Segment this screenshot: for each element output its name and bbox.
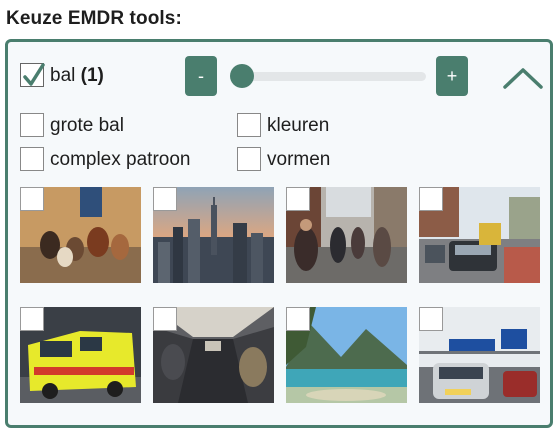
- image-tile-traffic-jam[interactable]: [419, 187, 540, 283]
- image-checkbox[interactable]: [20, 307, 44, 331]
- bal-count: (1): [80, 65, 104, 86]
- image-tile-mountain-lake[interactable]: [286, 307, 407, 403]
- grote-bal-checkbox[interactable]: [20, 113, 44, 137]
- speed-slider-thumb[interactable]: [230, 64, 254, 88]
- speed-slider-track[interactable]: [236, 72, 426, 81]
- image-checkbox[interactable]: [419, 307, 443, 331]
- checkmark-icon: [23, 63, 45, 86]
- chevron-up-icon[interactable]: [502, 66, 544, 90]
- kleuren-label: kleuren: [267, 115, 330, 136]
- image-checkbox[interactable]: [419, 187, 443, 211]
- complex-patroon-checkbox[interactable]: [20, 147, 44, 171]
- bal-label: bal (1): [50, 65, 104, 87]
- page-title: Keuze EMDR tools:: [6, 8, 182, 29]
- image-checkbox[interactable]: [153, 307, 177, 331]
- vormen-label: vormen: [267, 149, 331, 170]
- complex-patroon-label: complex patroon: [50, 149, 191, 170]
- image-tile-ambulance[interactable]: [20, 307, 141, 403]
- tools-panel: bal (1) - + grote bal kleuren complex pa…: [5, 39, 553, 428]
- bal-checkbox[interactable]: [20, 63, 45, 87]
- kleuren-checkbox[interactable]: [237, 113, 261, 137]
- image-tile-highway[interactable]: [419, 307, 540, 403]
- image-tile-airplane[interactable]: [153, 307, 274, 403]
- bal-name: bal: [50, 65, 76, 86]
- grote-bal-label: grote bal: [50, 115, 124, 136]
- image-tile-skyline[interactable]: [153, 187, 274, 283]
- image-tile-dogs[interactable]: [20, 187, 141, 283]
- image-checkbox[interactable]: [286, 187, 310, 211]
- image-checkbox[interactable]: [20, 187, 44, 211]
- image-checkbox[interactable]: [153, 187, 177, 211]
- image-tile-cyclists[interactable]: [286, 187, 407, 283]
- vormen-checkbox[interactable]: [237, 147, 261, 171]
- decrease-button[interactable]: -: [185, 56, 217, 96]
- increase-button[interactable]: +: [436, 56, 468, 96]
- image-checkbox[interactable]: [286, 307, 310, 331]
